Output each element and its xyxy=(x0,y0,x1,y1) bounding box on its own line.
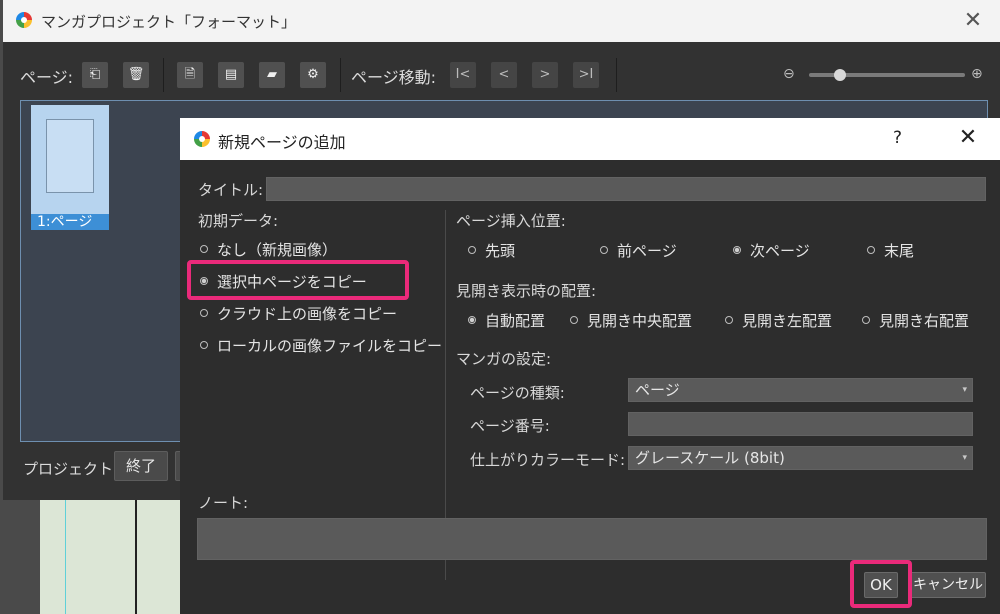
radio-initial-copy-cloud[interactable]: クラウド上の画像をコピー xyxy=(200,303,397,324)
radio-initial-copy-local[interactable]: ローカルの画像ファイルをコピー xyxy=(200,335,442,356)
page-type-value: ページ xyxy=(635,381,680,399)
page-settings-icon[interactable]: ▤ xyxy=(218,62,244,88)
zoom-slider-track[interactable] xyxy=(809,73,965,77)
radio-dot xyxy=(200,341,208,349)
radio-label: 末尾 xyxy=(884,242,915,260)
radio-dot xyxy=(468,246,476,254)
title-input[interactable] xyxy=(266,177,986,201)
window-titlebar: マンガプロジェクト「フォーマット」 ✕ xyxy=(3,0,1000,42)
page-number-input[interactable] xyxy=(628,412,973,436)
radio-dot xyxy=(725,316,733,324)
initial-data-label: 初期データ: xyxy=(198,212,279,230)
page-number-label: ページ番号: xyxy=(470,417,550,435)
chevron-down-icon: ▾ xyxy=(962,453,967,463)
page-thumbnail-frame xyxy=(46,119,94,193)
trash-icon[interactable]: 🗑 xyxy=(123,62,149,88)
add-page-icon[interactable]: ⎗ xyxy=(82,62,108,88)
radio-label: 見開き中央配置 xyxy=(587,312,693,330)
dialog-close-button[interactable]: ✕ xyxy=(954,122,982,154)
folder-settings-icon[interactable]: ⚙ xyxy=(300,62,326,88)
note-input[interactable] xyxy=(197,518,987,560)
window-close-button[interactable]: ✕ xyxy=(958,6,988,36)
toolbar-divider xyxy=(616,58,617,92)
radio-label: クラウド上の画像をコピー xyxy=(217,305,398,323)
radio-insert-end[interactable]: 末尾 xyxy=(867,240,914,261)
zoom-out-icon[interactable]: ⊖ xyxy=(783,66,795,82)
page-type-select[interactable]: ページ ▾ xyxy=(628,378,973,402)
radio-insert-prev[interactable]: 前ページ xyxy=(600,240,677,261)
radio-spread-auto[interactable]: 自動配置 xyxy=(468,310,545,331)
radio-label: 先頭 xyxy=(485,242,516,260)
radio-dot xyxy=(200,309,208,317)
page-thumbnail-label: 1:ページ xyxy=(31,214,109,230)
app-logo-icon xyxy=(194,131,210,147)
radio-dot xyxy=(570,316,578,324)
toolbar-divider xyxy=(163,58,164,92)
canvas-frame-line xyxy=(135,498,137,614)
open-folder-icon[interactable]: ▰ xyxy=(259,62,285,88)
help-button[interactable]: ? xyxy=(893,128,902,148)
radio-label: なし（新規画像） xyxy=(217,241,338,259)
page-toolbar-label: ページ: xyxy=(20,68,74,87)
radio-dot xyxy=(600,246,608,254)
last-page-icon[interactable]: >I xyxy=(573,62,599,88)
prev-page-icon[interactable]: < xyxy=(491,62,517,88)
spread-layout-label: 見開き表示時の配置: xyxy=(456,282,597,300)
cancel-button[interactable]: キャンセル xyxy=(910,572,986,598)
page-type-label: ページの種類: xyxy=(470,384,565,402)
radio-dot xyxy=(200,245,208,253)
zoom-in-icon[interactable]: ⊕ xyxy=(971,66,983,82)
radio-label: 次ページ xyxy=(750,242,810,260)
insert-position-label: ページ挿入位置: xyxy=(456,212,566,230)
radio-label: 自動配置 xyxy=(485,312,546,330)
radio-spread-center[interactable]: 見開き中央配置 xyxy=(570,310,692,331)
title-field-label: タイトル: xyxy=(198,181,264,199)
page-thumbnail[interactable] xyxy=(31,105,109,215)
radio-label: ローカルの画像ファイルをコピー xyxy=(217,337,443,355)
page-properties-icon[interactable]: 🗎 xyxy=(177,62,203,88)
chevron-down-icon: ▾ xyxy=(962,385,967,395)
next-page-icon[interactable]: > xyxy=(532,62,558,88)
radio-insert-head[interactable]: 先頭 xyxy=(468,240,515,261)
radio-dot xyxy=(867,246,875,254)
color-mode-select[interactable]: グレースケール (8bit) ▾ xyxy=(628,446,973,470)
page-move-label: ページ移動: xyxy=(351,68,437,87)
radio-label: 見開き左配置 xyxy=(742,312,833,330)
canvas-guide-line xyxy=(65,498,66,614)
project-close-button[interactable]: 終了 xyxy=(114,451,168,481)
project-label: プロジェクト: xyxy=(23,460,119,478)
radio-label: 前ページ xyxy=(617,242,677,260)
zoom-slider-handle[interactable] xyxy=(834,69,846,81)
dialog-titlebar: 新規ページの追加 ? ✕ xyxy=(180,118,1000,160)
radio-dot xyxy=(733,246,741,254)
radio-label: 見開き右配置 xyxy=(879,312,970,330)
radio-dot xyxy=(468,316,476,324)
radio-initial-none[interactable]: なし（新規画像） xyxy=(200,239,337,260)
radio-spread-left[interactable]: 見開き左配置 xyxy=(725,310,832,331)
manga-settings-label: マンガの設定: xyxy=(456,350,552,368)
color-mode-label: 仕上がりカラーモード: xyxy=(470,451,626,469)
radio-insert-next[interactable]: 次ページ xyxy=(733,240,810,261)
highlight-box xyxy=(187,260,409,300)
window-title: マンガプロジェクト「フォーマット」 xyxy=(41,13,297,31)
radio-dot xyxy=(862,316,870,324)
app-logo-icon xyxy=(16,12,32,28)
color-mode-value: グレースケール (8bit) xyxy=(635,449,785,467)
toolbar-divider xyxy=(340,58,341,92)
radio-spread-right[interactable]: 見開き右配置 xyxy=(862,310,969,331)
note-label: ノート: xyxy=(198,494,249,512)
canvas-paper xyxy=(40,498,180,614)
highlight-box xyxy=(850,560,912,608)
add-page-dialog: 新規ページの追加 ? ✕ タイトル: 初期データ: なし（新規画像） 選択中ペー… xyxy=(180,118,1000,614)
dialog-title: 新規ページの追加 xyxy=(218,133,346,152)
first-page-icon[interactable]: I< xyxy=(450,62,476,88)
